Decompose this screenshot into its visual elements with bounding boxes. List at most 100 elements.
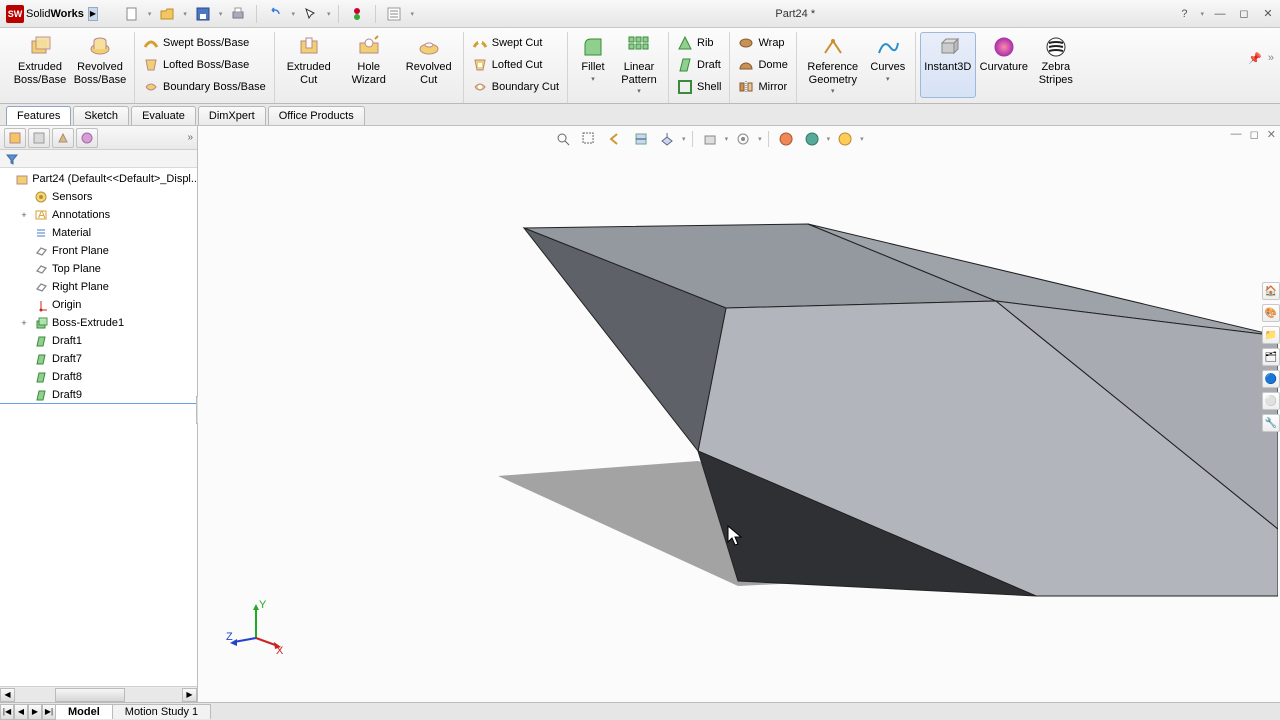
tree-item-label: Annotations [52,209,110,221]
tree-item[interactable]: Draft9 [0,386,197,404]
scroll-thumb[interactable] [55,688,125,702]
curvature-button[interactable]: Curvature [976,32,1032,98]
tree-item[interactable]: Sensors [0,188,197,206]
expand-icon[interactable]: + [18,210,30,220]
wrap-button[interactable]: Wrap [734,32,791,54]
select-icon[interactable] [301,4,321,24]
feature-tree-tab[interactable] [4,128,26,148]
new-icon[interactable] [122,4,142,24]
tree-item[interactable]: Draft1 [0,332,197,350]
rebuild-icon[interactable] [347,4,367,24]
tree-item[interactable]: +AAnnotations [0,206,197,224]
help-icon[interactable]: ? [1176,7,1192,21]
appearances-icon[interactable]: 🎨 [1262,304,1280,322]
instant3d-icon [936,35,960,59]
undo-icon[interactable] [265,4,285,24]
panel-scrollbar[interactable]: ◀ ▶ [0,686,197,702]
custom-properties-icon[interactable]: 🔧 [1262,414,1280,432]
dome-button[interactable]: Dome [734,54,791,76]
tree-item[interactable]: Front Plane [0,242,197,260]
dimxpert-manager-tab[interactable] [76,128,98,148]
appearances-scenes-icon[interactable]: ⚪ [1262,392,1280,410]
revolved-cut-button[interactable]: Revolved Cut [399,32,459,98]
extruded-cut-icon [297,35,321,59]
property-manager-tab[interactable] [28,128,50,148]
title-bar: SW SolidWorks ▶ ▾ ▾ ▾ ▾ ▾ ▾ Part24 * ? ▾… [0,0,1280,28]
tab-features[interactable]: Features [6,106,71,125]
tab-evaluate[interactable]: Evaluate [131,106,196,125]
shell-button[interactable]: Shell [673,76,725,98]
swept-cut-button[interactable]: Swept Cut [468,32,563,54]
open-icon[interactable] [157,4,177,24]
options-icon[interactable] [384,4,404,24]
reference-geometry-button[interactable]: Reference Geometry▾ [801,32,865,98]
scroll-right-icon[interactable]: ▶ [182,688,197,702]
lofted-boss-button[interactable]: Lofted Boss/Base [139,54,270,76]
swept-boss-button[interactable]: Swept Boss/Base [139,32,270,54]
design-library-icon[interactable]: 📁 [1262,326,1280,344]
scroll-left-icon[interactable]: ◀ [0,688,15,702]
tab-nav-next-icon[interactable]: ▶ [28,704,42,720]
tab-nav-first-icon[interactable]: |◀ [0,704,14,720]
hole-wizard-button[interactable]: Hole Wizard [339,32,399,98]
view-triad[interactable]: Y X Z [226,596,286,656]
file-explorer-icon[interactable]: 🗂 [1262,348,1280,366]
linear-pattern-button[interactable]: Linear Pattern▾ [614,32,664,98]
bottom-tab-motion-study[interactable]: Motion Study 1 [112,704,211,719]
tab-nav-prev-icon[interactable]: ◀ [14,704,28,720]
plane-icon [33,280,49,294]
tab-sketch[interactable]: Sketch [73,106,129,125]
model-3d[interactable] [198,126,1278,686]
ribbon-expand-icon[interactable]: » [1268,52,1274,65]
revolved-cut-icon [417,35,441,59]
pin-icon[interactable]: 📌 [1248,52,1262,65]
maximize-icon[interactable]: ◻ [1236,7,1252,21]
tree-item[interactable]: Draft7 [0,350,197,368]
home-icon[interactable]: 🏠 [1262,282,1280,300]
save-icon[interactable] [193,4,213,24]
mirror-button[interactable]: Mirror [734,76,791,98]
view-palette-icon[interactable]: 🔵 [1262,370,1280,388]
print-icon[interactable] [228,4,248,24]
rib-button[interactable]: Rib [673,32,725,54]
graphics-viewport[interactable]: ▾ ▾ ▾ ▾ ▾ — ◻ ✕ [198,126,1280,702]
lofted-cut-button[interactable]: Lofted Cut [468,54,563,76]
tree-filter[interactable] [0,150,197,168]
tree-item[interactable]: Right Plane [0,278,197,296]
tree-item[interactable]: Origin [0,296,197,314]
boundary-boss-button[interactable]: Boundary Boss/Base [139,76,270,98]
bottom-tab-model[interactable]: Model [55,704,113,719]
app-logo[interactable]: SW SolidWorks ▶ [4,5,104,23]
origin-icon [33,298,49,312]
tree-root[interactable]: Part24 (Default<<Default>_Displ.. [0,170,197,188]
tab-dimxpert[interactable]: DimXpert [198,106,266,125]
tab-office-products[interactable]: Office Products [268,106,365,125]
plane-icon [33,262,49,276]
extruded-cut-button[interactable]: Extruded Cut [279,32,339,98]
minimize-icon[interactable]: — [1212,7,1228,21]
feature-tree[interactable]: Part24 (Default<<Default>_Displ.. Sensor… [0,168,197,686]
extruded-boss-icon [28,35,52,59]
tree-root-label: Part24 (Default<<Default>_Displ.. [32,173,197,185]
collapse-panel-icon[interactable]: » [187,132,193,143]
tree-item-label: Top Plane [52,263,101,275]
tree-item[interactable]: Top Plane [0,260,197,278]
close-icon[interactable]: ✕ [1260,7,1276,21]
extruded-boss-button[interactable]: Extruded Boss/Base [10,32,70,98]
draft-button[interactable]: Draft [673,54,725,76]
boundary-cut-button[interactable]: Boundary Cut [468,76,563,98]
tab-nav-last-icon[interactable]: ▶| [42,704,56,720]
tree-item[interactable]: Draft8 [0,368,197,386]
tree-item[interactable]: Material [0,224,197,242]
curves-button[interactable]: Curves▾ [865,32,911,98]
tree-item-label: Draft1 [52,335,82,347]
zebra-stripes-button[interactable]: Zebra Stripes [1032,32,1080,98]
fillet-button[interactable]: Fillet▾ [572,32,614,98]
expand-icon[interactable]: + [18,318,30,328]
curvature-icon [992,35,1016,59]
revolved-boss-button[interactable]: Revolved Boss/Base [70,32,130,98]
menu-expand-icon[interactable]: ▶ [88,7,98,21]
instant3d-button[interactable]: Instant3D [920,32,976,98]
tree-item[interactable]: +Boss-Extrude1 [0,314,197,332]
configuration-tab[interactable] [52,128,74,148]
